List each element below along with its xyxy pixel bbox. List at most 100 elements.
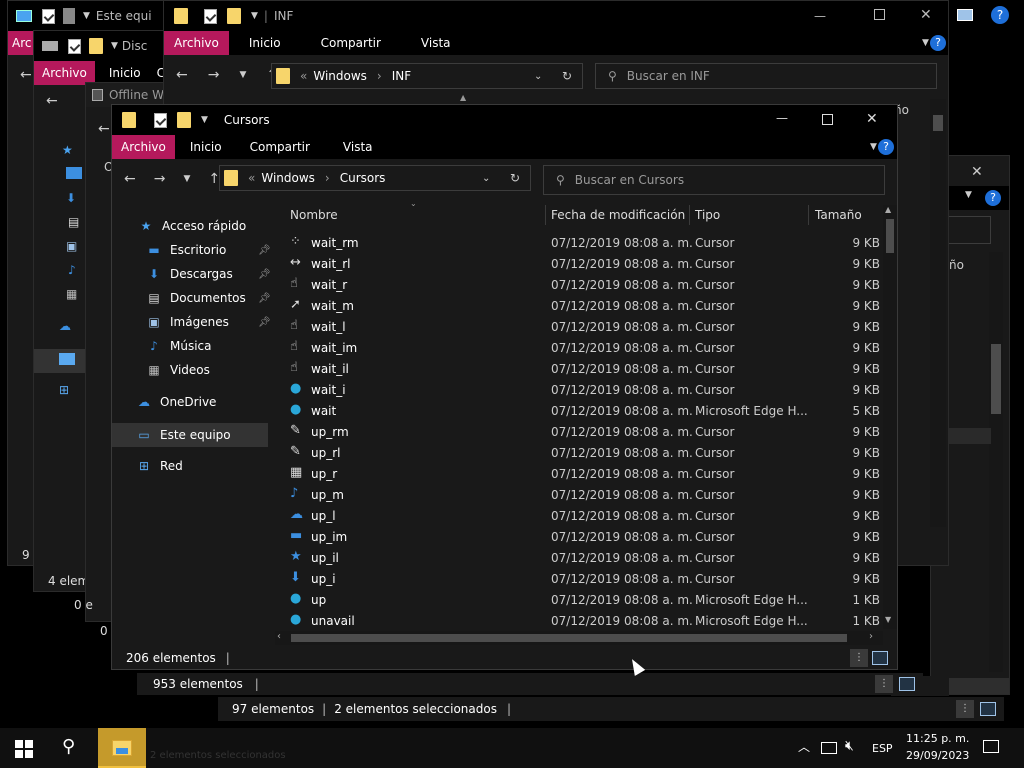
breadcrumb-overflow-icon[interactable]: « <box>300 69 307 83</box>
properties-icon[interactable] <box>204 8 217 24</box>
chevron-down-icon[interactable]: ▼ <box>965 190 972 200</box>
volume-muted-icon[interactable]: 🔇︎ <box>845 738 854 754</box>
properties-icon[interactable] <box>68 38 81 54</box>
notification-icon[interactable] <box>983 740 999 753</box>
file-name: up_il <box>311 551 339 565</box>
forward-arrow-icon[interactable]: → <box>208 67 220 83</box>
file-date: 07/12/2019 08:08 a. m. <box>551 362 693 376</box>
ribbon-tab-inicio[interactable]: Inicio <box>229 31 301 55</box>
search-input[interactable]: ⚲ Buscar en INF <box>595 63 937 89</box>
file-row[interactable]: ⁘ wait_rm 07/12/2019 08:08 a. m. Cursor 9 KB <box>284 233 884 254</box>
file-row[interactable]: ☝ wait_l 07/12/2019 08:08 a. m. Cursor 9 KB <box>284 317 884 338</box>
file-type: Cursor <box>695 509 735 523</box>
address-bar[interactable]: « Windows › INF ⌄ ↻ <box>271 63 583 89</box>
file-row[interactable]: ● unavail 07/12/2019 08:08 a. m. Microsoft … <box>284 611 884 632</box>
recent-chevron-icon[interactable]: ▼ <box>239 70 246 80</box>
scroll-left-icon[interactable]: ‹ <box>277 631 281 642</box>
vertical-scrollbar[interactable]: ▲ ▼ <box>883 205 897 629</box>
file-row[interactable]: ● wait 07/12/2019 08:08 a. m. Microsoft Edg… <box>284 401 884 422</box>
details-view-button[interactable]: ⋮ <box>956 700 974 718</box>
language-indicator[interactable]: ESP <box>872 742 893 755</box>
file-date: 07/12/2019 08:08 a. m. <box>551 320 693 334</box>
chevron-down-icon[interactable]: ▼ <box>251 11 258 21</box>
file-date: 07/12/2019 08:08 a. m. <box>551 551 693 565</box>
scroll-up-icon[interactable]: ▲ <box>885 205 891 214</box>
help-icon[interactable]: ? <box>991 6 1009 24</box>
clock-time[interactable]: 11:25 p. m. <box>906 732 969 745</box>
file-row[interactable]: ▬ up_im 07/12/2019 08:08 a. m. Cursor 9 KB <box>284 527 884 548</box>
clock-date[interactable]: 29/09/2023 <box>906 749 969 762</box>
file-explorer-taskbar-button[interactable] <box>98 728 146 768</box>
scrollbar-thumb[interactable] <box>886 219 894 253</box>
status-count: 4 elem <box>48 574 90 588</box>
network-icon[interactable] <box>821 742 837 754</box>
minimize-button[interactable]: — <box>814 9 826 23</box>
chevron-down-icon[interactable]: ▼ <box>83 11 90 21</box>
ribbon-tab-compartir[interactable]: Compartir <box>301 31 401 55</box>
file-row[interactable]: ★ up_il 07/12/2019 08:08 a. m. Cursor 9 KB <box>284 548 884 569</box>
taskbar: ⚲ 2 elementos seleccionados ︿ 🔇︎ ESP 11:… <box>0 728 1024 768</box>
folder-icon[interactable] <box>89 38 103 54</box>
scroll-right-icon[interactable]: › <box>869 631 873 642</box>
breadcrumb-item[interactable]: INF <box>392 69 411 83</box>
chevron-down-icon[interactable]: ▼ <box>111 41 118 51</box>
close-button[interactable]: ✕ <box>920 7 932 23</box>
file-type: Microsoft Edge H... <box>695 593 808 607</box>
file-name: up_rm <box>311 425 349 439</box>
music-icon: ♪ <box>68 263 76 277</box>
back-arrow-icon[interactable]: ← <box>46 93 58 109</box>
tiles-view-button[interactable] <box>899 677 915 691</box>
file-row[interactable]: ● up 07/12/2019 08:08 a. m. Microsoft Edge … <box>284 590 884 611</box>
scroll-down-icon[interactable]: ▼ <box>885 615 891 624</box>
details-view-button[interactable]: ⋮ <box>875 675 893 693</box>
file-row[interactable]: ● wait_i 07/12/2019 08:08 a. m. Cursor 9 KB <box>284 380 884 401</box>
file-name: wait_r <box>311 278 348 292</box>
file-row[interactable]: ↔ wait_rl 07/12/2019 08:08 a. m. Cursor 9 KB <box>284 254 884 275</box>
tiles-view-button[interactable] <box>872 651 888 665</box>
file-name: up_im <box>311 530 348 544</box>
file-row[interactable]: ⬇ up_i 07/12/2019 08:08 a. m. Cursor 9 KB <box>284 569 884 590</box>
file-row[interactable]: ♪ up_m 07/12/2019 08:08 a. m. Cursor 9 KB <box>284 485 884 506</box>
file-type: Cursor <box>695 530 735 544</box>
cursors-window[interactable]: ▼ Cursors — ✕ Archivo Inicio Compartir V… <box>111 104 898 670</box>
refresh-icon[interactable]: ↻ <box>562 69 572 83</box>
scrollbar-thumb[interactable] <box>291 634 847 642</box>
tiles-view-button[interactable] <box>980 702 996 716</box>
start-button[interactable] <box>15 740 33 758</box>
maximize-button[interactable] <box>874 9 885 20</box>
scrollbar[interactable] <box>930 99 946 527</box>
help-icon[interactable]: ? <box>985 190 1001 206</box>
file-row[interactable]: ☝ wait_im 07/12/2019 08:08 a. m. Cursor 9 KB <box>284 338 884 359</box>
back-arrow-icon[interactable]: ← <box>20 67 32 83</box>
file-row[interactable]: ☝ wait_r 07/12/2019 08:08 a. m. Cursor 9 KB <box>284 275 884 296</box>
details-view-button[interactable]: ⋮ <box>850 649 868 667</box>
window-icon[interactable] <box>957 9 973 21</box>
file-row[interactable]: ✎ up_rl 07/12/2019 08:08 a. m. Cursor 9 KB <box>284 443 884 464</box>
window-title: Este equi <box>95 9 152 23</box>
show-hidden-icons-icon[interactable]: ︿ <box>798 738 810 755</box>
download-icon: ⬇ <box>66 191 77 205</box>
folder-gray-icon[interactable] <box>63 8 75 24</box>
ribbon-tab-archivo[interactable]: Arc <box>8 31 36 55</box>
back-arrow-icon[interactable]: ← <box>176 67 188 83</box>
close-icon[interactable]: ✕ <box>971 164 983 180</box>
file-row[interactable]: ☝ wait_il 07/12/2019 08:08 a. m. Cursor 9 KB <box>284 359 884 380</box>
file-row[interactable]: ✎ up_rm 07/12/2019 08:08 a. m. Cursor 9 KB <box>284 422 884 443</box>
file-row[interactable]: ➚ wait_m 07/12/2019 08:08 a. m. Cursor 9 KB <box>284 296 884 317</box>
properties-icon[interactable] <box>42 8 55 24</box>
search-icon[interactable]: ⚲ <box>62 736 75 757</box>
breadcrumb-item[interactable]: Windows <box>313 69 367 83</box>
horizontal-scrollbar[interactable]: ‹ › <box>275 631 883 645</box>
file-row[interactable]: ☁ up_l 07/12/2019 08:08 a. m. Cursor 9 KB <box>284 506 884 527</box>
ribbon-tab-archivo[interactable]: Archivo <box>164 31 229 55</box>
file-date: 07/12/2019 08:08 a. m. <box>551 341 693 355</box>
edge-icon: ● <box>290 612 302 627</box>
file-row[interactable]: ▦ up_r 07/12/2019 08:08 a. m. Cursor 9 KB <box>284 464 884 485</box>
help-icon[interactable]: ? <box>930 35 946 51</box>
back-arrow-icon[interactable]: ← <box>98 121 110 137</box>
scrollbar[interactable] <box>989 252 1003 672</box>
breadcrumb-separator-icon[interactable]: › <box>377 69 382 83</box>
dropdown-chevron-icon[interactable]: ⌄ <box>534 71 542 82</box>
ribbon-tab-vista[interactable]: Vista <box>401 31 471 55</box>
new-folder-icon[interactable] <box>227 8 241 24</box>
